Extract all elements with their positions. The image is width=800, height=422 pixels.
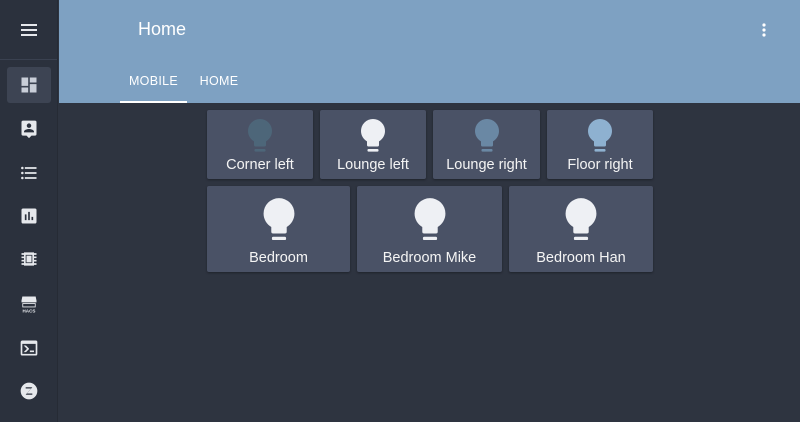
lightbulb-icon <box>414 198 445 241</box>
sidebar-item-overview[interactable] <box>7 67 51 103</box>
menu-button[interactable] <box>0 0 57 60</box>
light-name: Lounge right <box>446 157 527 173</box>
list-icon <box>21 166 37 180</box>
app-header: Home MOBILE HOME <box>59 0 800 103</box>
lightbulb-icon <box>248 119 272 152</box>
page-title: Home <box>138 19 187 39</box>
lightbulb-icon <box>474 119 499 152</box>
terminal-icon <box>20 340 38 356</box>
svg-text:HACS: HACS <box>23 308 36 313</box>
sidebar-item-hacs[interactable]: HACS <box>7 286 51 322</box>
sidebar-item-device[interactable] <box>7 241 51 277</box>
zwave-icon <box>20 382 38 400</box>
sidebar: HACS <box>0 0 58 422</box>
tab-home[interactable]: HOME <box>193 66 245 103</box>
light-name: Bedroom Han <box>536 250 626 266</box>
sidebar-item-terminal[interactable] <box>7 330 51 366</box>
light-name: Bedroom <box>249 250 308 266</box>
logbook-icon <box>21 120 37 139</box>
light-card-corner-left[interactable]: Corner left <box>207 110 313 179</box>
tab-mobile[interactable]: MOBILE <box>120 66 187 103</box>
hacs-store-icon: HACS <box>21 296 37 313</box>
more-vert-icon <box>762 23 766 37</box>
light-card-lounge-right[interactable]: Lounge right <box>433 110 540 179</box>
light-card-bedroom[interactable]: Bedroom <box>207 186 350 272</box>
light-card-lounge-left[interactable]: Lounge left <box>320 110 426 179</box>
history-chart-icon <box>21 208 37 224</box>
lightbulb-icon <box>361 119 385 152</box>
lightbulb-icon <box>263 198 294 241</box>
hamburger-menu-icon <box>20 23 37 36</box>
sidebar-item-zwave[interactable] <box>7 373 51 409</box>
chip-icon <box>21 252 37 266</box>
dashboard-icon <box>21 77 37 93</box>
lightbulb-icon <box>565 198 597 241</box>
light-name: Corner left <box>226 157 294 173</box>
light-name: Floor right <box>567 157 633 173</box>
lightbulb-icon <box>588 119 612 152</box>
sidebar-item-logbook[interactable] <box>7 111 51 147</box>
light-card-bedroom-han[interactable]: Bedroom Han <box>509 186 653 272</box>
light-card-bedroom-mike[interactable]: Bedroom Mike <box>357 186 502 272</box>
overflow-menu-button[interactable] <box>754 20 774 40</box>
light-name: Lounge left <box>337 157 409 173</box>
sidebar-item-history[interactable] <box>7 198 51 234</box>
light-name: Bedroom Mike <box>382 250 477 266</box>
light-card-floor-right[interactable]: Floor right <box>547 110 653 179</box>
sidebar-item-list[interactable] <box>7 155 51 191</box>
